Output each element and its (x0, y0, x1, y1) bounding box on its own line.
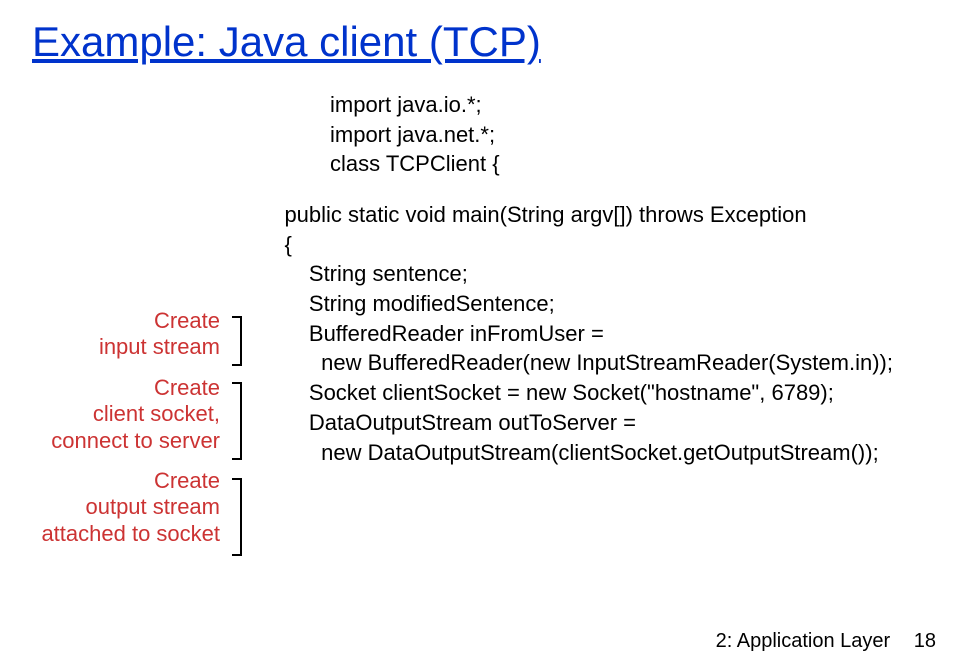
annotation-text: client socket, (0, 401, 220, 427)
code-line: String sentence; (260, 259, 893, 289)
code-body-block: public static void main(String argv[]) t… (260, 200, 893, 467)
annotation-client-socket: Create client socket, connect to server (0, 375, 230, 454)
code-line: BufferedReader inFromUser = (260, 319, 893, 349)
code-line: new DataOutputStream(clientSocket.getOut… (260, 438, 893, 468)
class-decl-line: class TCPClient { (330, 149, 500, 179)
code-line: Socket clientSocket = new Socket("hostna… (260, 378, 893, 408)
code-line: public static void main(String argv[]) t… (260, 200, 893, 230)
annotation-input-stream: Create input stream (0, 308, 230, 361)
bracket-icon (232, 316, 242, 366)
page-number: 18 (914, 630, 936, 652)
slide-title: Example: Java client (TCP) (0, 0, 960, 66)
code-line: DataOutputStream outToServer = (260, 408, 893, 438)
code-line: String modifiedSentence; (260, 289, 893, 319)
annotation-text: Create (0, 375, 220, 401)
annotation-output-stream: Create output stream attached to socket (0, 468, 230, 547)
annotation-text: Create (0, 468, 220, 494)
code-line: new BufferedReader(new InputStreamReader… (260, 348, 893, 378)
annotation-text: attached to socket (0, 521, 220, 547)
bracket-icon (232, 478, 242, 556)
footer-label: 2: Application Layer (716, 630, 891, 652)
code-line: { (260, 230, 893, 260)
annotation-text: Create (0, 308, 220, 334)
import-line-1: import java.io.*; (330, 90, 500, 120)
annotation-text: output stream (0, 494, 220, 520)
annotation-column: Create input stream Create client socket… (0, 308, 230, 561)
annotation-text: input stream (0, 334, 220, 360)
bracket-icon (232, 382, 242, 460)
slide-footer: 2: Application Layer 18 (716, 630, 936, 653)
annotation-text: connect to server (0, 428, 220, 454)
code-header-block: import java.io.*; import java.net.*; cla… (330, 90, 500, 179)
import-line-2: import java.net.*; (330, 120, 500, 150)
